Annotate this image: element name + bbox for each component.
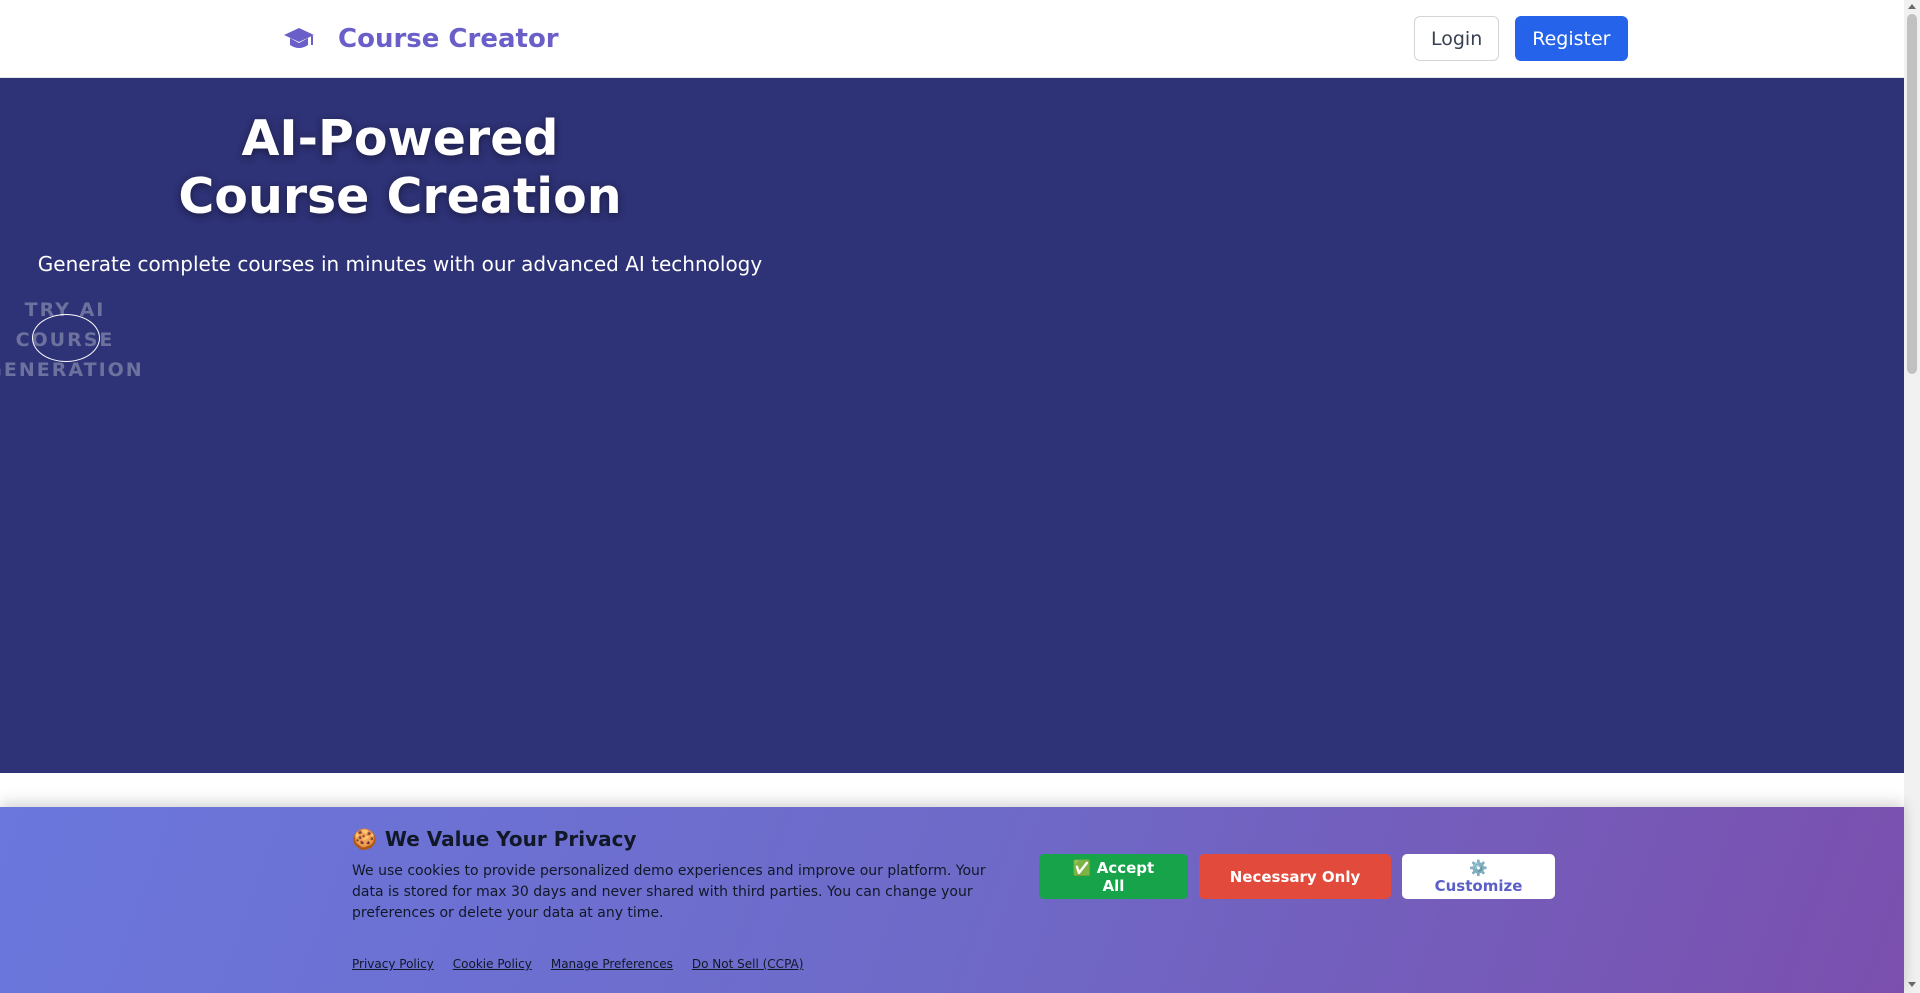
manage-preferences-link[interactable]: Manage Preferences <box>551 957 673 971</box>
graduation-cap-icon <box>280 20 318 58</box>
brand-logo[interactable]: Course Creator <box>280 20 559 58</box>
nav-actions: Login Register <box>1414 16 1628 61</box>
hero-title-line-2: Course Creation <box>178 168 622 225</box>
hero-title: AI-Powered Course Creation <box>0 110 800 226</box>
privacy-policy-link[interactable]: Privacy Policy <box>352 957 434 971</box>
cookie-actions: ✅ Accept All Necessary Only ⚙️ Customize <box>1039 854 1555 899</box>
cookie-title: 🍪 We Value Your Privacy <box>352 827 637 851</box>
cookie-policy-link[interactable]: Cookie Policy <box>453 957 532 971</box>
cookie-title-text: We Value Your Privacy <box>384 827 637 851</box>
cookie-icon: 🍪 <box>352 827 377 851</box>
brand-name: Course Creator <box>338 24 559 54</box>
customize-button[interactable]: ⚙️ Customize <box>1402 854 1555 899</box>
accept-all-button[interactable]: ✅ Accept All <box>1039 854 1188 899</box>
cta-focus-ring <box>32 314 100 362</box>
cookie-description: We use cookies to provide personalized d… <box>352 863 986 921</box>
top-navbar: Course Creator Login Register <box>0 0 1904 78</box>
necessary-only-button[interactable]: Necessary Only <box>1199 854 1391 899</box>
scroll-up-icon[interactable] <box>1908 4 1916 9</box>
register-button[interactable]: Register <box>1515 16 1628 61</box>
cta-line-3: GENERATION <box>0 359 144 381</box>
hero-title-line-1: AI-Powered <box>241 110 559 167</box>
hero-section: AI-Powered Course Creation Generate comp… <box>0 78 1904 773</box>
login-button[interactable]: Login <box>1414 16 1500 61</box>
hero-subtitle: Generate complete courses in minutes wit… <box>37 252 763 276</box>
scroll-thumb[interactable] <box>1907 14 1917 374</box>
cookie-links: Privacy Policy Cookie Policy Manage Pref… <box>352 957 803 971</box>
cookie-consent-banner: 🍪 We Value Your Privacy We use cookies t… <box>0 807 1904 993</box>
do-not-sell-link[interactable]: Do Not Sell (CCPA) <box>692 957 804 971</box>
page-scrollbar[interactable] <box>1904 0 1920 993</box>
scroll-down-icon[interactable] <box>1908 982 1916 987</box>
